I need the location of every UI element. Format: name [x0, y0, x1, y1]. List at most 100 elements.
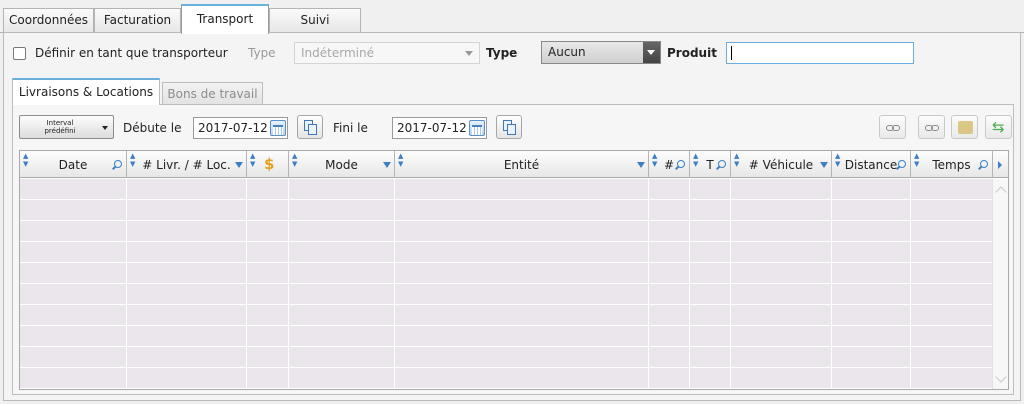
grid-vertical-scrollbar[interactable]: [992, 179, 1008, 389]
interval-predefini-button[interactable]: Interval prédéfini: [19, 115, 114, 139]
filter-icon[interactable]: [637, 162, 645, 168]
refresh-button[interactable]: ⇆: [985, 115, 1012, 139]
copy-icon-page: [308, 124, 317, 135]
filter-icon[interactable]: [383, 162, 391, 168]
sort-icon[interactable]: ▲ ▼: [652, 152, 657, 168]
type-dropdown[interactable]: Aucun: [541, 41, 661, 64]
col-scroll-right[interactable]: [993, 151, 1008, 178]
search-icon[interactable]: [898, 160, 906, 168]
calendar-icon[interactable]: [469, 120, 485, 136]
sort-icon[interactable]: ▲ ▼: [23, 152, 28, 168]
grid-body: [20, 179, 992, 389]
link-icon: [886, 125, 900, 131]
tab-facturation[interactable]: Facturation: [94, 8, 181, 33]
col-entite[interactable]: ▲ ▼ Entité: [395, 151, 649, 178]
tab-bons-de-travail[interactable]: Bons de travail: [162, 82, 263, 106]
col-cost[interactable]: ▲ ▼ $: [247, 151, 289, 178]
table-row[interactable]: [20, 263, 992, 284]
tab-transport[interactable]: Transport: [181, 4, 269, 34]
transporter-checkbox[interactable]: [13, 47, 26, 60]
col-mode[interactable]: ▲ ▼ Mode: [289, 151, 395, 178]
copy-debute-button[interactable]: [297, 115, 323, 139]
table-row[interactable]: [20, 242, 992, 263]
transporter-settings-row: Définir en tant que transporteur Type In…: [4, 33, 1020, 73]
tab-livraisons-locations[interactable]: Livraisons & Locations: [12, 78, 160, 105]
col-distance-label: Distance: [844, 158, 898, 172]
table-row[interactable]: [20, 368, 992, 389]
col-num-label: #: [663, 158, 675, 172]
sort-icon[interactable]: ▲ ▼: [130, 152, 135, 168]
open-folder-button[interactable]: [951, 115, 978, 139]
transport-panel: Définir en tant que transporteur Type In…: [3, 32, 1021, 401]
col-vehicule-label: # Véhicule: [748, 158, 814, 172]
grid-header: ▲ ▼ Date ▲ ▼ # Livr. / # Loc. ▲ ▼ $ ▲ ▼ Mode: [20, 151, 1008, 178]
column-separator: [910, 179, 911, 389]
tab-coordonnees[interactable]: Coordonnées: [3, 8, 94, 33]
chevron-down-icon[interactable]: [995, 371, 1007, 383]
col-vehicule[interactable]: ▲ ▼ # Véhicule: [731, 151, 832, 178]
col-distance[interactable]: ▲ ▼ Distance: [832, 151, 911, 178]
table-row[interactable]: [20, 347, 992, 368]
chevron-up-icon[interactable]: [995, 186, 1007, 198]
type-dropdown-value: Aucun: [548, 45, 586, 59]
col-date-label: Date: [58, 158, 88, 172]
column-separator: [246, 179, 247, 389]
chevron-down-icon: [102, 126, 108, 130]
col-t[interactable]: ▲ ▼ T: [690, 151, 731, 178]
search-icon[interactable]: [980, 160, 988, 168]
text-caret: [731, 46, 732, 60]
sort-icon[interactable]: ▲ ▼: [693, 152, 698, 168]
fini-label: Fini le: [333, 121, 368, 135]
search-icon[interactable]: [114, 160, 122, 168]
transporter-type-dropdown[interactable]: Indéterminé: [294, 42, 480, 64]
unlink-button[interactable]: [918, 115, 945, 139]
transporter-type-value: Indéterminé: [301, 46, 374, 60]
dropdown-arrow-icon[interactable]: [643, 42, 660, 63]
col-temps[interactable]: ▲ ▼ Temps: [911, 151, 993, 178]
chevron-right-icon[interactable]: [998, 161, 1002, 169]
refresh-icon: ⇆: [992, 118, 1005, 136]
produit-input[interactable]: [726, 42, 914, 64]
table-row[interactable]: [20, 179, 992, 200]
interval-button-label: Interval prédéfini: [24, 119, 96, 135]
column-separator: [126, 179, 127, 389]
type-label: Type: [486, 46, 518, 60]
sort-icon[interactable]: ▲ ▼: [250, 152, 255, 168]
col-date[interactable]: ▲ ▼ Date: [20, 151, 127, 178]
col-temps-label: Temps: [932, 158, 971, 172]
sort-icon[interactable]: ▲ ▼: [292, 152, 297, 168]
search-icon[interactable]: [677, 160, 685, 168]
table-row[interactable]: [20, 284, 992, 305]
copy-icon-page: [507, 124, 516, 135]
sort-icon[interactable]: ▲ ▼: [398, 152, 403, 168]
fini-date-input[interactable]: 2017-07-12: [392, 117, 487, 139]
debute-label: Débute le: [123, 121, 182, 135]
deliveries-grid: ▲ ▼ Date ▲ ▼ # Livr. / # Loc. ▲ ▼ $ ▲ ▼ Mode: [19, 150, 1009, 390]
produit-label: Produit: [667, 46, 717, 60]
col-num[interactable]: ▲ ▼ #: [649, 151, 690, 178]
copy-fini-button[interactable]: [496, 115, 522, 139]
link-button[interactable]: [879, 115, 906, 139]
sort-icon[interactable]: ▲ ▼: [835, 152, 840, 168]
column-separator: [831, 179, 832, 389]
unlink-icon: [925, 125, 939, 131]
interval-line1: Interval: [46, 119, 74, 127]
table-row[interactable]: [20, 305, 992, 326]
col-livr-loc[interactable]: ▲ ▼ # Livr. / # Loc.: [127, 151, 247, 178]
table-row[interactable]: [20, 326, 992, 347]
calendar-icon[interactable]: [270, 120, 286, 136]
filter-icon[interactable]: [820, 162, 828, 168]
tab-suivi[interactable]: Suivi: [269, 8, 361, 33]
search-icon[interactable]: [718, 160, 726, 168]
table-row[interactable]: [20, 221, 992, 242]
sort-icon[interactable]: ▲ ▼: [914, 152, 919, 168]
transporter-checkbox-label: Définir en tant que transporteur: [35, 46, 228, 60]
chevron-down-icon: [465, 51, 473, 56]
column-separator: [730, 179, 731, 389]
sort-icon[interactable]: ▲ ▼: [734, 152, 739, 168]
debute-date-input[interactable]: 2017-07-12: [193, 117, 288, 139]
filter-icon[interactable]: [235, 162, 243, 168]
column-separator: [288, 179, 289, 389]
col-mode-label: Mode: [325, 158, 358, 172]
table-row[interactable]: [20, 200, 992, 221]
